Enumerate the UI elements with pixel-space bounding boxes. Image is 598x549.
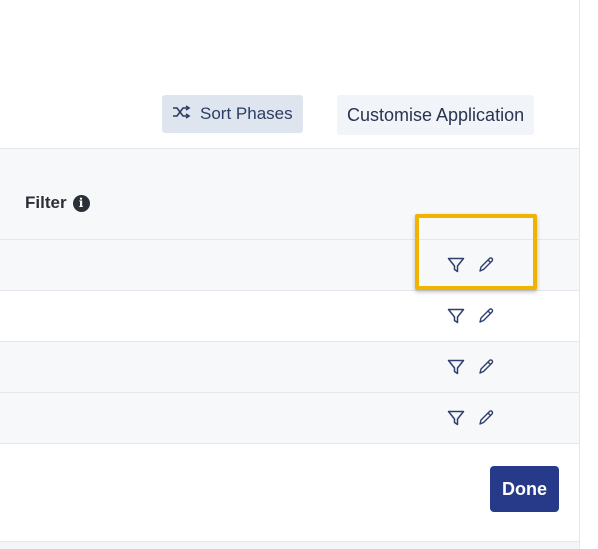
pencil-icon[interactable] bbox=[476, 408, 496, 428]
scrollbar-gutter bbox=[579, 0, 598, 549]
filter-icon[interactable] bbox=[446, 306, 466, 326]
pencil-icon[interactable] bbox=[476, 306, 496, 326]
done-button[interactable]: Done bbox=[490, 466, 559, 512]
row-actions bbox=[446, 306, 496, 326]
pencil-icon[interactable] bbox=[476, 255, 496, 275]
info-icon[interactable]: i bbox=[72, 194, 90, 212]
sort-phases-label: Sort Phases bbox=[200, 104, 293, 123]
phases-table: Filter i bbox=[0, 148, 580, 444]
row-actions bbox=[446, 255, 496, 275]
filter-header-label: Filter bbox=[25, 193, 67, 212]
filter-icon[interactable] bbox=[446, 255, 466, 275]
table-row bbox=[0, 240, 580, 291]
row-actions bbox=[446, 357, 496, 377]
row-actions bbox=[446, 408, 496, 428]
shuffle-icon bbox=[172, 104, 192, 125]
table-row bbox=[0, 393, 580, 444]
filter-column-header: Filter i bbox=[25, 193, 90, 213]
page: Sort Phases Customise Application Filter… bbox=[0, 0, 598, 549]
filter-icon[interactable] bbox=[446, 408, 466, 428]
panel-bottom-edge bbox=[0, 541, 580, 549]
sort-phases-button[interactable]: Sort Phases bbox=[162, 95, 303, 133]
table-row bbox=[0, 342, 580, 393]
customise-application-button[interactable]: Customise Application bbox=[337, 95, 535, 135]
pencil-icon[interactable] bbox=[476, 357, 496, 377]
filter-icon[interactable] bbox=[446, 357, 466, 377]
table-row bbox=[0, 291, 580, 342]
customise-application-label: Customise Application bbox=[347, 104, 525, 125]
phases-panel: Sort Phases Customise Application Filter… bbox=[0, 0, 581, 549]
table-header: Filter i bbox=[0, 148, 580, 240]
